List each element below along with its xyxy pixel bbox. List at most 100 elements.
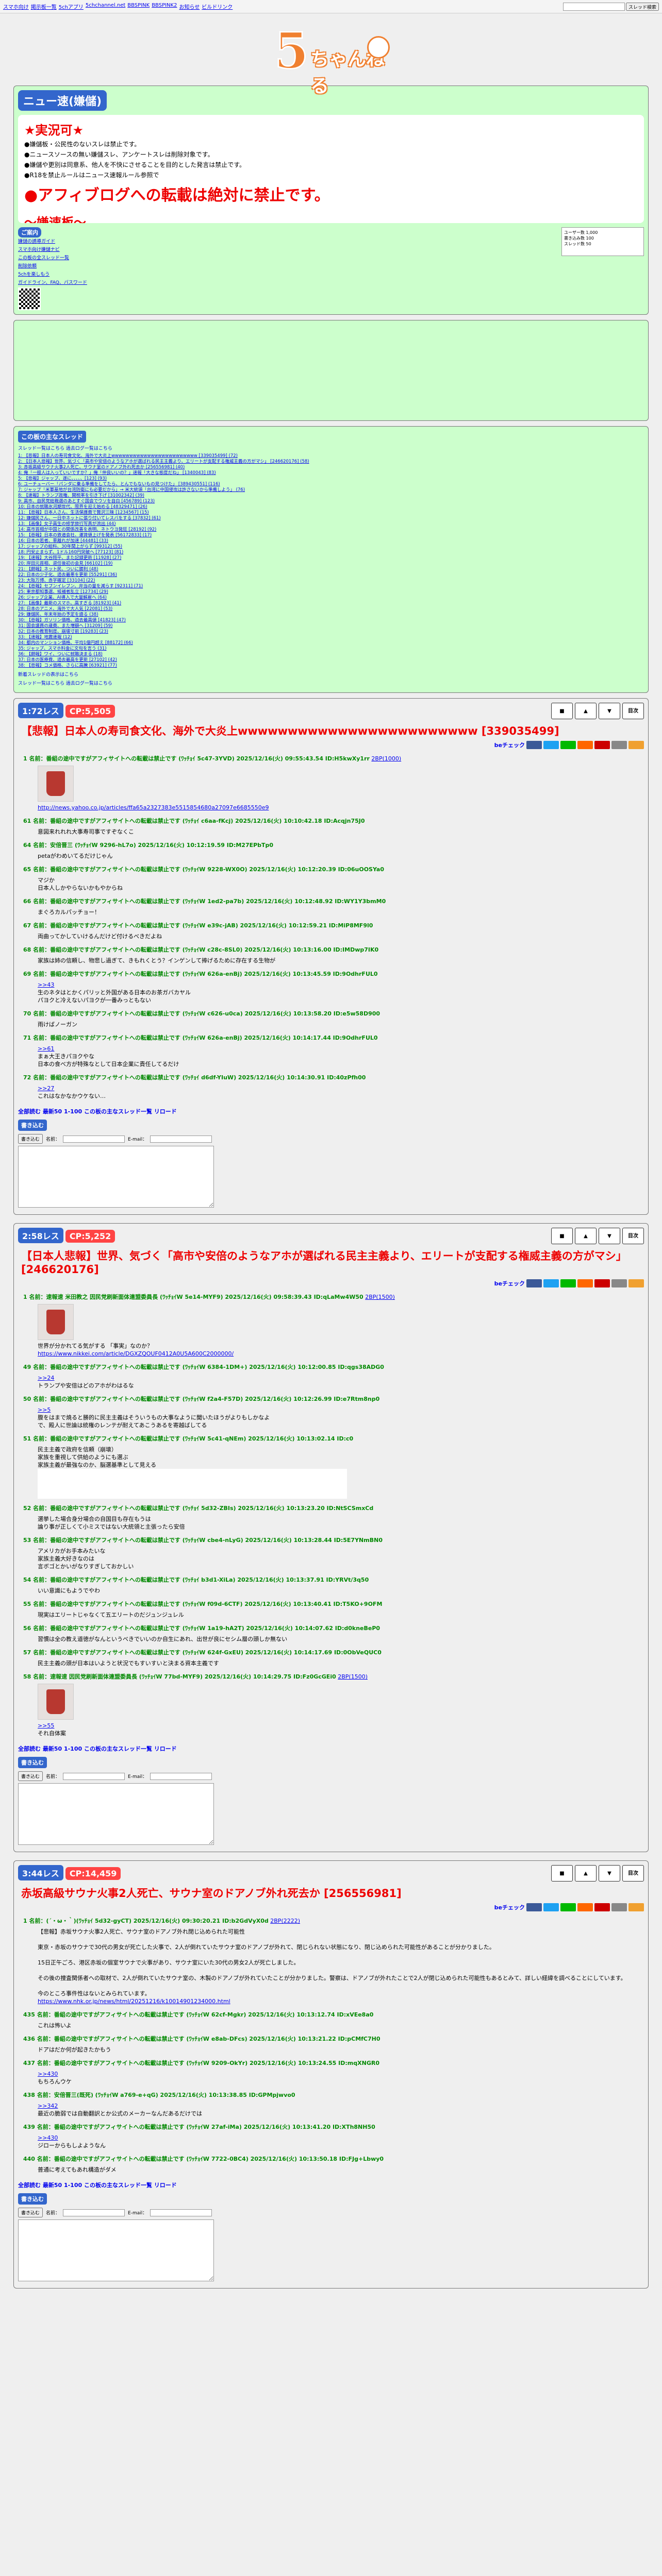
mail-field[interactable] <box>150 2209 212 2216</box>
thread-number[interactable]: 1:72レス <box>18 703 63 718</box>
message-textarea[interactable] <box>18 1783 214 1845</box>
line-icon[interactable] <box>560 1903 576 1911</box>
hatena-icon[interactable] <box>577 741 593 749</box>
submit-button[interactable]: 書き込む <box>18 1134 43 1144</box>
guide-link[interactable]: 5chを楽しもう <box>18 270 87 277</box>
message-textarea[interactable] <box>18 1146 214 1208</box>
top-link[interactable]: ビルドリンク <box>202 3 233 10</box>
reply-anchor[interactable]: >>342 <box>38 2102 644 2110</box>
thread-list-item[interactable]: 19: 【速報】大谷翔平、また記録更新 [11928] (27) <box>18 555 644 561</box>
thread-list-item[interactable]: 29: 嫌儲民、年末年始の予定を語る (38) <box>18 612 644 618</box>
twitter-icon[interactable] <box>543 1279 559 1287</box>
top-link[interactable]: BBSPINK2 <box>152 3 177 10</box>
feed-icon[interactable] <box>628 741 644 749</box>
nav-button[interactable]: ▼ <box>599 1228 620 1244</box>
name-field[interactable] <box>63 1772 125 1780</box>
thread-list-item[interactable]: 4: 俺「一般人は入っていいですか？」俺「仲良いいの？」速報「大きな態度だね」 … <box>18 470 644 476</box>
thread-list-item[interactable]: 33: 【速報】地震速報 (12) <box>18 635 644 640</box>
thread-list-item[interactable]: 7: ジャップ「米軍基地が台湾防衛にも必要だから」→ 米大統領「台湾に中国侵攻は… <box>18 487 644 493</box>
guide-link[interactable]: この板の全スレッド一覧 <box>18 254 87 261</box>
be-check-link[interactable]: beチェック <box>494 1903 525 1911</box>
submit-button[interactable]: 書き込む <box>18 1771 43 1781</box>
nav-button[interactable]: 目次 <box>622 703 644 719</box>
reply-anchor[interactable]: >>27 <box>38 1084 644 1092</box>
search-input[interactable] <box>562 2 625 11</box>
thread-list-item[interactable]: 25: 東京都知事選、候補者乱立 [12734] (29) <box>18 589 644 595</box>
reply-anchor[interactable]: >>55 <box>38 1722 644 1730</box>
pocket-icon[interactable] <box>594 1279 610 1287</box>
thread-list-item[interactable]: 27: 【画像】最新のスマホ、高すぎる [81923] (41) <box>18 601 644 606</box>
thread-list-item[interactable]: 31: 国会議員の歳費、また増額へ [31209] (59) <box>18 623 644 629</box>
thread-number[interactable]: 2:58レス <box>18 1228 63 1243</box>
nav-button[interactable]: ▼ <box>599 1865 620 1882</box>
top-link[interactable]: 掲示板一覧 <box>31 3 57 10</box>
top-link[interactable]: お知らせ <box>179 3 200 10</box>
mail-field[interactable] <box>150 1135 212 1143</box>
line-icon[interactable] <box>560 1279 576 1287</box>
thread-list-item[interactable]: 5: 【悲報】ジャップ、遂に、、、、、[123] (93) <box>18 476 644 482</box>
thread-list-links-bottom[interactable]: 新着スレッドの表示はこちら <box>18 671 644 677</box>
reply-anchor[interactable]: >>43 <box>38 981 644 989</box>
thread-footer-links[interactable]: 全部読む 最新50 1-100 この板の主なスレッド一覧 リロード <box>18 1744 644 1753</box>
reply-anchor[interactable]: >>24 <box>38 1374 644 1382</box>
share-icon[interactable] <box>611 1903 627 1911</box>
thread-list-item[interactable]: 16: 日本の若者、車離れが加速 [44481] (33) <box>18 538 644 544</box>
facebook-icon[interactable] <box>526 1279 542 1287</box>
thread-list-item[interactable]: 12: 嫌儲民さん、一日中ネットに張り付いてレスバをする [37832] (61… <box>18 516 644 521</box>
facebook-icon[interactable] <box>526 741 542 749</box>
be-link[interactable]: 2BP(1000) <box>371 755 401 762</box>
post-link[interactable]: https://www.nikkei.com/article/DGXZQOUF0… <box>38 1350 644 1358</box>
thread-list-item[interactable]: 38: 【悲報】コメ価格、さらに高騰 [63921] (77) <box>18 663 644 669</box>
thread-list-item[interactable]: 17: ジャップの給料、30年間上がらず [99312] (55) <box>18 544 644 550</box>
reply-anchor[interactable]: >>5 <box>38 1406 644 1414</box>
top-link[interactable]: スマホ向け <box>3 3 29 10</box>
thread-title[interactable]: 【日本人悲報】世界、気づく「高市や安倍のようなアホが選ばれる民主主義より、エリー… <box>21 1249 644 1276</box>
nav-button[interactable]: ■ <box>551 703 573 719</box>
guide-link[interactable]: 削除依頼 <box>18 262 87 269</box>
facebook-icon[interactable] <box>526 1903 542 1911</box>
thread-footer-links[interactable]: 全部読む 最新50 1-100 この板の主なスレッド一覧 リロード <box>18 2181 644 2189</box>
thread-list-item[interactable]: 11: 【悲報】日本人さん、生活保護費で贅沢三昧 [1234567] (15) <box>18 510 644 516</box>
reply-anchor[interactable]: >>430 <box>38 2070 644 2078</box>
thread-list-item[interactable]: 24: 【悲報】セブンイレブン、弁当の量を減らす [92311] (71) <box>18 584 644 589</box>
thread-list-item[interactable]: 1: 【悲報】日本人の寿司食文化、海外で大炎上wwwwwwwwwwwwwwwww… <box>18 453 644 459</box>
thread-list-item[interactable]: 2: 【日本人悲報】世界、気づく「高市や安倍のようなアホが選ばれる民主主義より、… <box>18 459 644 465</box>
line-icon[interactable] <box>560 741 576 749</box>
feed-icon[interactable] <box>628 1279 644 1287</box>
thread-list-item[interactable]: 20: 岸田元首相、退任後初の会見 [66102] (19) <box>18 561 644 567</box>
thread-list-item[interactable]: 21: 【朗報】ネット民、ついに勝利 (48) <box>18 567 644 572</box>
pocket-icon[interactable] <box>594 1903 610 1911</box>
be-check-link[interactable]: beチェック <box>494 1279 525 1287</box>
nav-button[interactable]: 目次 <box>622 1228 644 1244</box>
board-title[interactable]: ニュー速(嫌儲) <box>18 90 107 111</box>
nav-button[interactable]: ▲ <box>575 1228 597 1244</box>
reply-anchor[interactable]: >>61 <box>38 1045 644 1053</box>
thread-list-item[interactable]: 36: 【朗報】ワイ、ついに就職決まる (18) <box>18 652 644 657</box>
hatena-icon[interactable] <box>577 1903 593 1911</box>
thread-list-item[interactable]: 10: 日本の就職氷河期世代、限界を迎え始める [48329471] (26) <box>18 504 644 510</box>
thread-list-item[interactable]: 32: 日本の教育制度、崩壊寸前 [19283] (23) <box>18 629 644 635</box>
guide-link[interactable]: 嫌儲の誘導ガイド <box>18 238 87 244</box>
thread-list-item[interactable]: 30: 【悲報】ガソリン価格、過去最高値 [41823] (47) <box>18 618 644 623</box>
share-icon[interactable] <box>611 741 627 749</box>
nav-button[interactable]: ■ <box>551 1228 573 1244</box>
thread-list-item[interactable]: 18: 円安止まらず、1ドル160円突破へ [77123] (81) <box>18 550 644 555</box>
be-link[interactable]: 2BP(1500) <box>338 1673 368 1680</box>
share-icon[interactable] <box>611 1279 627 1287</box>
search-button[interactable]: スレッド検索 <box>625 2 659 11</box>
thread-title[interactable]: 【悲報】日本人の寿司食文化、海外で大炎上wwwwwwwwwwwwwwwwwwww… <box>21 724 644 738</box>
be-link[interactable]: 2BP(2222) <box>270 1918 300 1924</box>
thread-list-links-bottom2[interactable]: スレッド一覧はこちら 過去ログ一覧はこちら <box>18 680 644 686</box>
thread-list-item[interactable]: 3: 赤坂高級サウナ火事2人死亡、サウナ室のドアノブ外れ死去か [2565569… <box>18 465 644 470</box>
thread-list-item[interactable]: 14: 高市首相が中国との関係改善を表明、ネトウヨ発狂 [28192] (92) <box>18 527 644 533</box>
thread-list-item[interactable]: 37: 日本の医療費、過去最高を更新 [27102] (42) <box>18 657 644 663</box>
site-logo[interactable]: 5 ちゃんねる <box>269 19 393 97</box>
thread-list-links-top[interactable]: スレッド一覧はこちら 過去ログ一覧はこちら <box>18 445 644 451</box>
thread-list-item[interactable]: 8: 【速報】トランプ政権、関税率を引き下げ [31002342] (39) <box>18 493 644 499</box>
top-link[interactable]: BBSPINK <box>127 3 150 10</box>
pocket-icon[interactable] <box>594 741 610 749</box>
feed-icon[interactable] <box>628 1903 644 1911</box>
thread-title[interactable]: 赤坂高級サウナ火事2人死亡、サウナ室のドアノブ外れ死去か [256556981] <box>21 1887 644 1900</box>
post-link[interactable]: http://news.yahoo.co.jp/articles/ffa65a2… <box>38 804 644 811</box>
thread-list-item[interactable]: 34: 都内のマンション価格、平均1億円超え [88172] (66) <box>18 640 644 646</box>
